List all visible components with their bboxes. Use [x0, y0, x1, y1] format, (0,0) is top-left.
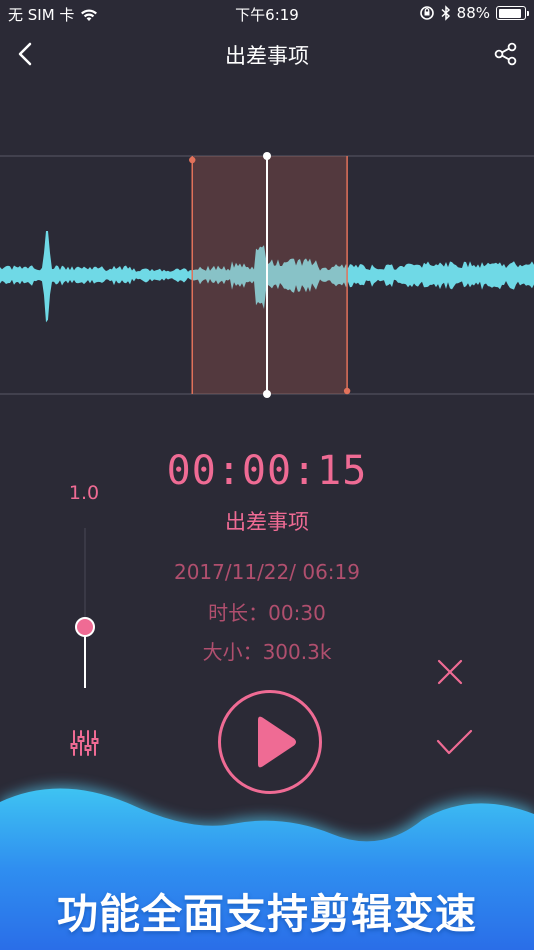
nav-bar: 出差事项 [0, 28, 534, 80]
selection-end-dot [343, 387, 351, 395]
cancel-button[interactable] [434, 656, 466, 688]
close-icon [437, 659, 463, 685]
share-button[interactable] [492, 40, 520, 68]
bluetooth-icon [441, 5, 450, 21]
slider-thumb[interactable] [75, 617, 95, 638]
playhead-bottom-dot [263, 390, 271, 398]
confirm-button[interactable] [434, 726, 474, 760]
page-title: 出差事项 [225, 44, 309, 68]
waveform-editor[interactable] [0, 150, 534, 400]
battery-percent: 88% [456, 4, 490, 22]
check-icon [436, 729, 473, 755]
equalizer-button[interactable] [70, 728, 100, 758]
share-icon [494, 42, 517, 66]
equalizer-icon [70, 730, 99, 756]
promo-banner-text: 功能全面支持剪辑变速 [57, 890, 477, 938]
selection-start-dot [189, 156, 196, 164]
battery-icon [496, 6, 529, 20]
speed-slider[interactable] [74, 528, 96, 690]
status-right: 88% [419, 4, 529, 22]
rotation-lock-icon [419, 6, 434, 20]
selection-region [192, 156, 348, 394]
playhead-top-dot [263, 152, 271, 160]
status-bar: 无 SIM 卡 下午6:19 88% [0, 0, 534, 28]
speed-value: 1.0 [68, 482, 100, 504]
slider-track-upper [84, 528, 86, 628]
